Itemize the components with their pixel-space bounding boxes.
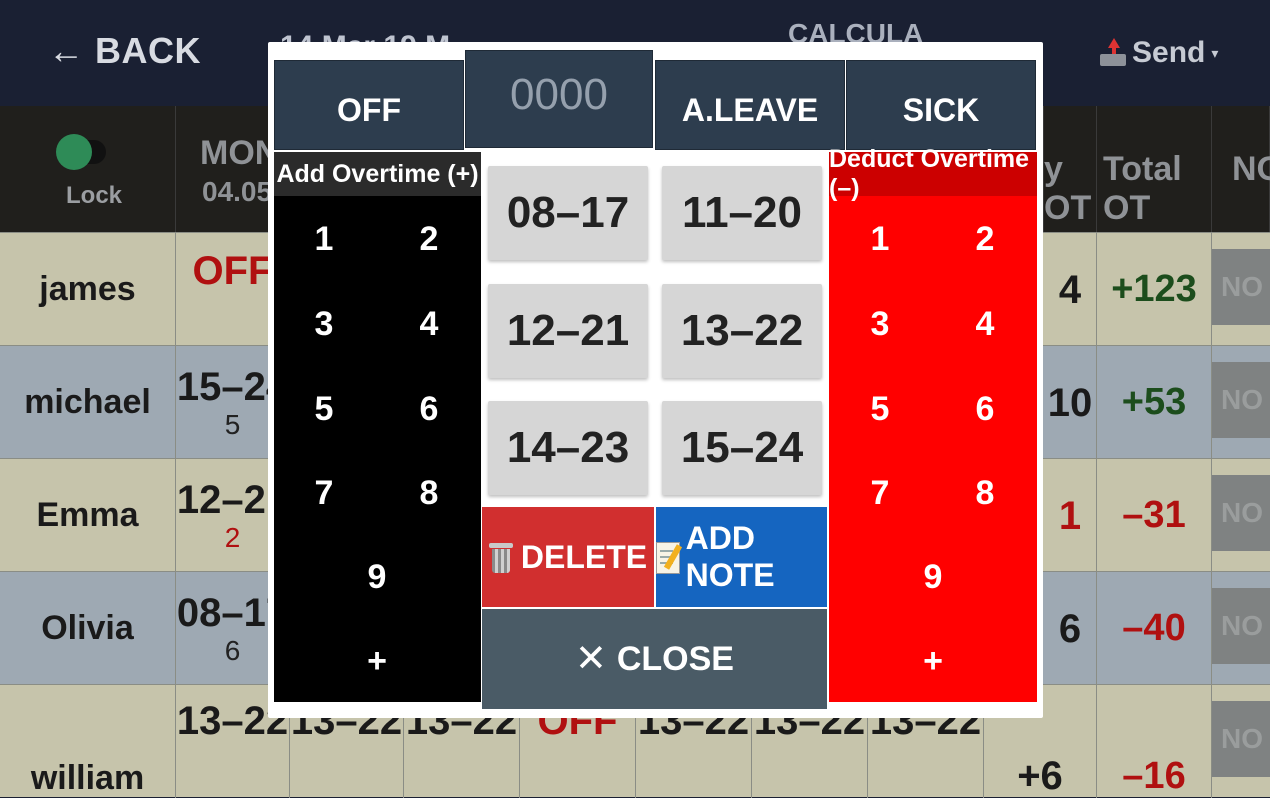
trash-bin-icon (488, 541, 513, 573)
close-icon: ✕ (575, 638, 607, 680)
close-button[interactable]: ✕ CLOSE (482, 609, 827, 709)
add-overtime-title: Add Overtime (+) (274, 152, 481, 196)
add-ot-1[interactable]: 1 (294, 220, 354, 259)
preset-shift-12-21[interactable]: 12–21 (488, 284, 648, 378)
deduct-ot-plus[interactable]: + (903, 642, 963, 681)
preset-shift-15-24[interactable]: 15–24 (662, 401, 822, 495)
employee-name: Olivia (41, 609, 134, 647)
add-note-button[interactable]: ADD NOTE (656, 507, 827, 607)
add-ot-7[interactable]: 7 (294, 474, 354, 513)
ot-header: y OT (1044, 106, 1097, 232)
chevron-down-icon: ▾ (1211, 44, 1219, 61)
lock-toggle-knob[interactable] (56, 134, 92, 170)
upload-tray-icon (1100, 38, 1126, 68)
total-ot-value: –16 (1122, 755, 1186, 797)
no-button[interactable]: NO (1212, 588, 1270, 664)
deduct-ot-1[interactable]: 1 (850, 220, 910, 259)
deduct-ot-5[interactable]: 5 (850, 390, 910, 429)
employee-name: Emma (36, 496, 139, 534)
deduct-overtime-title: Deduct Overtime (–) (829, 145, 1037, 202)
annual-leave-button[interactable]: A.LEAVE (655, 60, 845, 150)
total-ot-value: +123 (1111, 268, 1197, 310)
add-ot-3[interactable]: 3 (294, 305, 354, 344)
add-note-label: ADD NOTE (685, 520, 775, 593)
send-button[interactable]: Send ▾ (1100, 36, 1218, 70)
add-ot-8[interactable]: 8 (399, 474, 459, 513)
total-ot-value: –40 (1122, 607, 1186, 649)
ot-value: +6 (1017, 754, 1063, 798)
deduct-ot-9[interactable]: 9 (903, 558, 963, 597)
memo-icon (656, 540, 683, 574)
add-ot-5[interactable]: 5 (294, 390, 354, 429)
add-ot-4[interactable]: 4 (399, 305, 459, 344)
deduct-overtime-panel: Deduct Overtime (–) 1 2 3 4 5 6 7 8 9 + (829, 145, 1037, 702)
delete-button[interactable]: DELETE (482, 507, 654, 607)
no-button[interactable]: NO (1212, 362, 1270, 438)
employee-name: michael (24, 383, 151, 421)
preset-shift-11-20[interactable]: 11–20 (662, 166, 822, 260)
add-ot-9[interactable]: 9 (347, 558, 407, 597)
add-ot-2[interactable]: 2 (399, 220, 459, 259)
total-ot-value: +53 (1121, 381, 1187, 423)
deduct-ot-6[interactable]: 6 (955, 390, 1015, 429)
lock-label: Lock (66, 182, 123, 209)
total-ot-header: Total OT (1097, 106, 1212, 232)
no-button[interactable]: NO (1212, 249, 1270, 325)
deduct-ot-4[interactable]: 4 (955, 305, 1015, 344)
send-label: Send (1132, 36, 1206, 69)
shift-edit-dialog: OFF 0000 A.LEAVE SICK Add Overtime (+) 1… (268, 42, 1043, 718)
off-button[interactable]: OFF (274, 60, 464, 150)
preset-shift-14-23[interactable]: 14–23 (488, 401, 648, 495)
code-display: 0000 (465, 50, 653, 148)
preset-shift-08-17[interactable]: 08–17 (488, 166, 648, 260)
deduct-ot-2[interactable]: 2 (955, 220, 1015, 259)
total-ot-value: –31 (1122, 494, 1186, 536)
employee-name: william (30, 759, 145, 797)
deduct-ot-3[interactable]: 3 (850, 305, 910, 344)
delete-label: DELETE (520, 538, 648, 575)
no-button[interactable]: NO (1212, 475, 1270, 551)
no-button[interactable]: NO (1212, 701, 1270, 777)
employee-name: james (39, 270, 136, 308)
ot-value: 1 (1058, 493, 1082, 538)
no-header: NO (1212, 106, 1270, 232)
ot-value: 4 (1058, 267, 1082, 312)
sick-button[interactable]: SICK (846, 60, 1036, 150)
back-button[interactable]: ← BACK (48, 30, 201, 72)
ot-value: 6 (1058, 606, 1082, 651)
add-ot-plus[interactable]: + (347, 642, 407, 681)
add-ot-6[interactable]: 6 (399, 390, 459, 429)
close-label: CLOSE (616, 639, 734, 678)
preset-shift-13-22[interactable]: 13–22 (662, 284, 822, 378)
ot-value: 10 (1047, 380, 1093, 425)
deduct-ot-8[interactable]: 8 (955, 474, 1015, 513)
lock-toggle-cell[interactable]: Lock (0, 106, 176, 232)
deduct-ot-7[interactable]: 7 (850, 474, 910, 513)
add-overtime-panel: Add Overtime (+) 1 2 3 4 5 6 7 8 9 + (274, 152, 481, 702)
